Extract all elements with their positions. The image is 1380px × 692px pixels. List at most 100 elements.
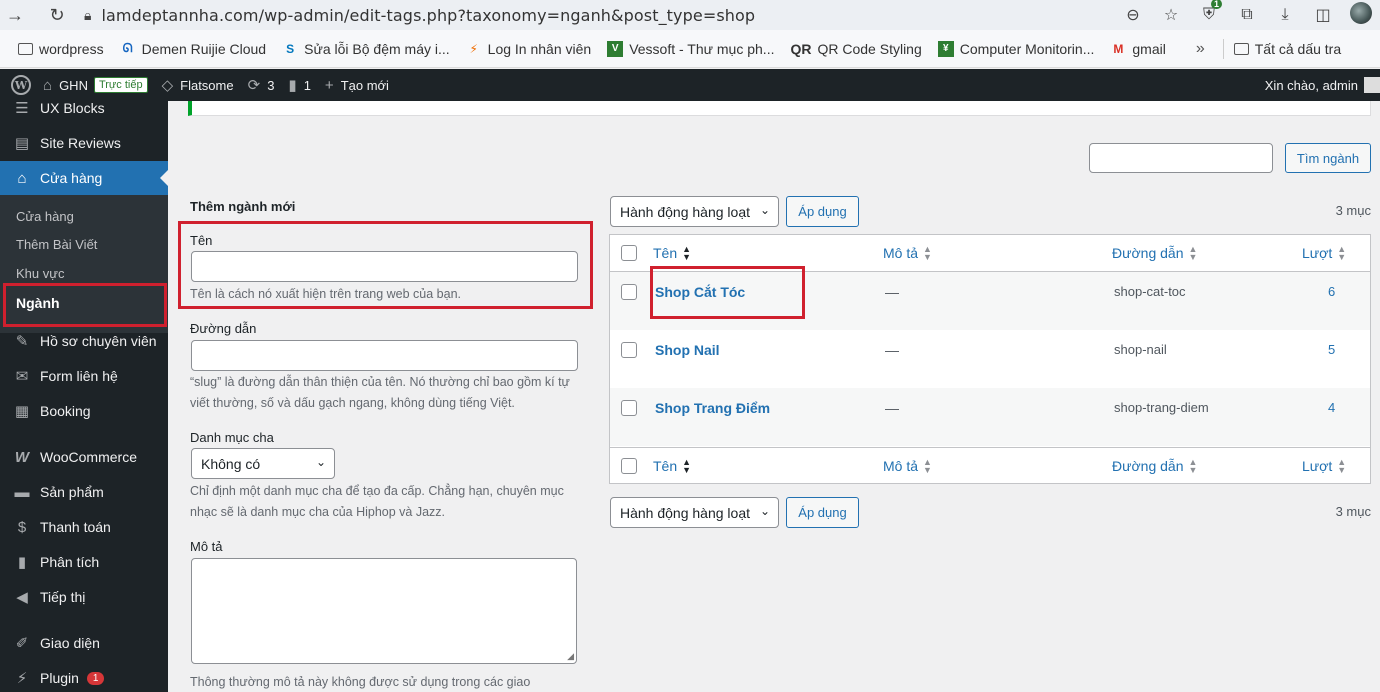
reload-icon[interactable]: ↻ [42,5,72,26]
select-all-checkbox[interactable] [621,458,637,474]
row-checkbox[interactable] [621,284,637,300]
theme-name: Flatsome [180,77,234,93]
menu-giao-dien[interactable]: ✐ Giao diện [0,626,168,660]
menu-san-pham[interactable]: ▬ Sản phẩm [0,475,168,509]
column-slug-footer[interactable]: Đường dẫn ▲ ▼ [1112,458,1197,475]
sort-icon: ▲ ▼ [1337,457,1347,475]
select-all-checkbox[interactable] [621,245,637,261]
term-count-link[interactable]: 6 [1328,284,1335,299]
description-textarea[interactable]: ◢ [191,558,577,664]
menu-form-lien-he[interactable]: ✉ Form liên hệ [0,359,168,393]
slug-input[interactable] [191,340,578,371]
menu-site-reviews[interactable]: ▤ Site Reviews [0,126,168,160]
search-input[interactable] [1089,143,1273,173]
term-count-link[interactable]: 5 [1328,342,1335,357]
submenu-khu-vuc[interactable]: Khu vực [16,266,64,281]
column-label: Tên [653,458,678,474]
menu-label: Plugin [40,670,79,686]
archive-icon: ▬ [14,483,30,501]
bookmark-qr[interactable]: QR QR Code Styling [790,41,921,57]
column-description-header[interactable]: Mô tả ▲ ▼ [883,244,932,262]
parent-select[interactable]: Không có ⌄ [191,448,335,479]
term-description: — [885,400,899,416]
bookmark-all[interactable]: Tất cả dấu tra [1233,41,1341,57]
column-count-header[interactable]: Lượt ▲ ▼ [1302,244,1347,262]
dollar-icon: $ [17,518,27,536]
sort-icon: ▲ ▼ [1337,244,1347,262]
bookmark-login[interactable]: ⚡ Log In nhân viên [466,40,592,57]
gmail-icon: M [1113,41,1124,56]
row-checkbox[interactable] [621,400,637,416]
column-label: Lượt [1302,245,1333,261]
bookmark-sua-loi[interactable]: S Sửa lỗi Bộ đệm máy i... [282,41,450,57]
extension-shield-icon[interactable]: ⛨ 1 [1190,0,1228,24]
bulk-action-select-top[interactable]: Hành động hàng loạt ⌄ [610,196,779,227]
apply-button-top[interactable]: Áp dụng [786,196,859,227]
search-button[interactable]: Tìm ngành [1285,143,1371,173]
menu-tiep-thi[interactable]: ◀ Tiếp thị [0,580,168,614]
bookmark-wordpress[interactable]: wordpress [18,41,104,57]
menu-label: Booking [40,403,91,419]
submenu-cua-hang-all[interactable]: Cửa hàng [16,209,74,224]
term-name-link[interactable]: Shop Trang Điểm [655,400,770,416]
sort-icon: ▲ ▼ [923,244,932,262]
address-bar[interactable]: lamdeptannha.com/wp-admin/edit-tags.php?… [101,6,755,25]
term-slug: shop-cat-toc [1114,284,1186,299]
column-slug-header[interactable]: Đường dẫn ▲ ▼ [1112,245,1197,262]
comments-link[interactable]: ▮ 1 [288,76,311,94]
bookmark-ruijie[interactable]: ᘏ Demen Ruijie Cloud [120,41,267,57]
bookmark-label: Demen Ruijie Cloud [141,40,267,57]
table-row: Shop Nail — shop-nail 5 [610,330,1370,388]
profile-avatar[interactable] [1342,1,1380,29]
forward-icon[interactable]: → [0,5,30,26]
term-name-link[interactable]: Shop Nail [655,342,720,358]
menu-label: Thanh toán [40,519,111,535]
browser-toolbar: → ↻ 🔒︎ lamdeptannha.com/wp-admin/edit-ta… [0,0,1380,30]
sidepanel-icon[interactable]: ◫ [1304,5,1342,25]
bookmark-label: Log In nhân viên [487,40,592,57]
apply-button-bottom[interactable]: Áp dụng [786,497,859,528]
menu-woocommerce[interactable]: W WooCommerce [0,440,168,474]
zoom-icon[interactable]: ⊖ [1114,5,1152,25]
mail-icon: ✉ [15,368,29,385]
menu-phan-tich[interactable]: ▮ Phân tích [0,545,168,579]
column-label: Tên [653,245,678,261]
menu-booking[interactable]: ▦ Booking [0,394,168,428]
star-icon[interactable]: ☆ [1152,5,1190,25]
add-term-title: Thêm ngành mới [190,199,296,214]
highlight-box-nganh [3,283,167,327]
updates-link[interactable]: ⟳ 3 [248,76,275,94]
menu-thanh-toan[interactable]: $ Thanh toán [0,510,168,544]
bookmark-monitor[interactable]: ¥ Computer Monitorin... [937,40,1094,57]
menu-ho-so[interactable]: ✎ Hồ sơ chuyên viên [0,324,168,358]
lock-icon[interactable]: 🔒︎ [84,7,91,24]
extensions-icon[interactable]: ⧉ [1228,6,1266,24]
theme-link[interactable]: ◇ Flatsome [162,76,234,94]
submenu-them-bai-viet[interactable]: Thêm Bài Viết [16,237,97,252]
bolt-icon: ⚡ [469,41,478,56]
column-label: Mô tả [883,245,919,261]
bookmarks-more-icon[interactable]: » [1196,40,1205,58]
menu-ux-blocks[interactable]: ☰ UX Blocks [0,91,168,125]
term-count-link[interactable]: 4 [1328,400,1335,415]
menu-cua-hang[interactable]: ⌂ Cửa hàng [0,161,168,195]
column-name-header[interactable]: Tên ▲ ▼ [653,245,691,262]
bookmark-vessoft[interactable]: V Vessoft - Thư mục ph... [607,40,774,57]
bulk-action-value: Hành động hàng loạt [620,504,750,521]
account-menu[interactable]: Xin chào, admin [1265,69,1380,101]
column-name-footer[interactable]: Tên ▲ ▼ [653,458,691,475]
row-checkbox[interactable] [621,342,637,358]
resize-grip-icon[interactable]: ◢ [567,651,574,662]
bulk-action-select-bottom[interactable]: Hành động hàng loạt ⌄ [610,497,779,528]
bookmark-gmail[interactable]: Mgmail [1110,41,1165,57]
howdy-text: Xin chào, admin [1264,77,1358,93]
download-icon[interactable]: ⤓ [1266,6,1304,24]
menu-plugin[interactable]: ⚡ Plugin 1 [0,661,168,692]
column-description-footer[interactable]: Mô tả ▲ ▼ [883,458,932,475]
new-content-link[interactable]: + Tạo mới [325,77,389,94]
admin-sidebar: ☰ UX Blocks ▤ Site Reviews ⌂ Cửa hàng Cửa h… [0,100,168,692]
menu-label: Site Reviews [40,135,121,151]
column-count-footer[interactable]: Lượt ▲ ▼ [1302,457,1347,475]
menu-label: Sản phẩm [40,484,104,500]
plugin-icon: ⚡ [16,670,28,687]
